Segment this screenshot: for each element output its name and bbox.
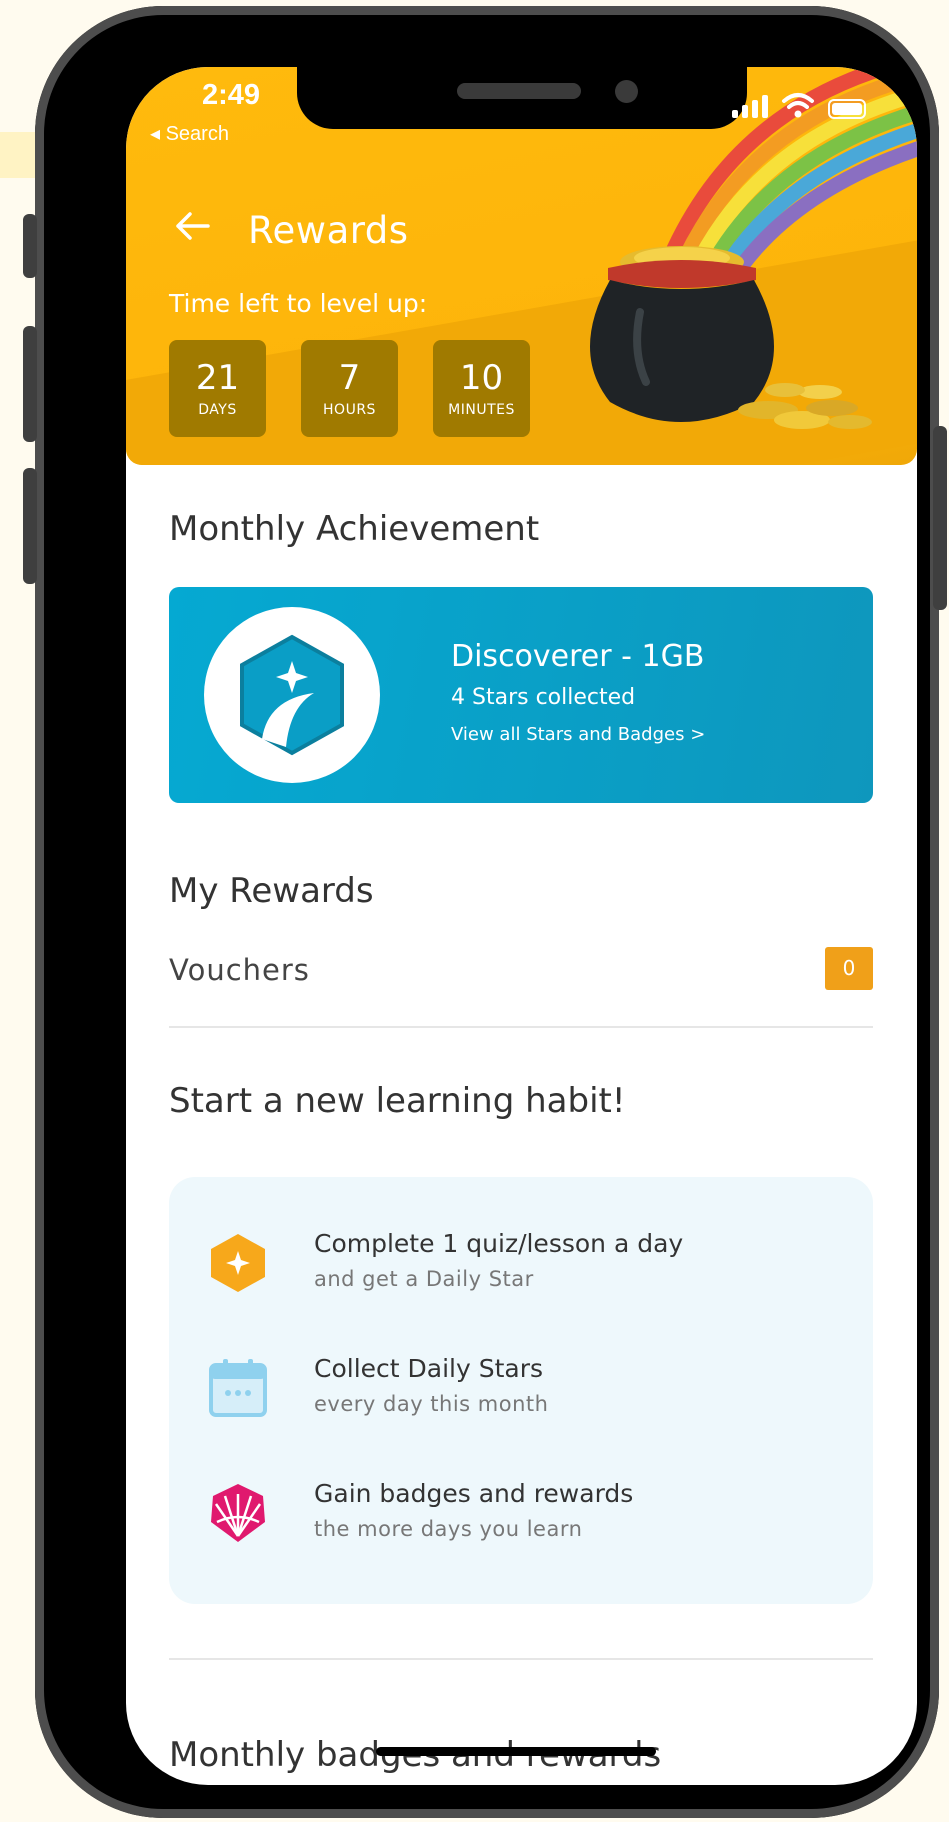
phone-screen: 2:49 ◂ Search Rewards Time left to level… [126,67,917,1785]
level-up-label: Time left to level up: [169,289,428,318]
timer-minutes-value: 10 [459,358,504,398]
my-rewards-heading: My Rewards [169,871,374,911]
timer-hours: 7 HOURS [301,340,398,437]
vouchers-count-badge[interactable]: 0 [825,947,873,990]
achievement-name: Discoverer - 1GB [451,639,705,674]
achievement-stars: 4 Stars collected [451,685,636,710]
status-time: 2:49 [202,79,261,111]
timer-minutes-unit: MINUTES [448,402,515,418]
timer-minutes: 10 MINUTES [433,340,530,437]
back-to-search-link[interactable]: ◂ Search [150,121,229,146]
timer-days-value: 21 [195,358,240,398]
learning-habit-heading: Start a new learning habit! [169,1081,626,1121]
wifi-icon [782,93,814,118]
monthly-achievement-heading: Monthly Achievement [169,509,540,549]
badge-shell-icon [211,1484,265,1542]
habit-item-subtitle: the more days you learn [314,1517,583,1541]
learning-habit-card: Complete 1 quiz/lesson a day and get a D… [169,1177,873,1604]
star-hexagon-icon [211,1234,265,1292]
habit-item-subtitle: every day this month [314,1392,549,1416]
view-stars-badges-link[interactable]: View all Stars and Badges > [451,724,705,745]
volume-up-button [23,326,37,442]
pot-of-gold-image [590,246,872,429]
habit-item-title: Collect Daily Stars [314,1354,544,1383]
vouchers-label[interactable]: Vouchers [169,953,310,987]
home-indicator[interactable] [376,1747,656,1756]
cellular-signal-icon [732,95,768,118]
battery-icon [828,99,866,119]
divider [169,1658,873,1660]
discoverer-badge-icon [240,634,344,756]
speaker [457,83,581,99]
phone-frame: 2:49 ◂ Search Rewards Time left to level… [23,6,947,1818]
habit-item-title: Gain badges and rewards [314,1479,634,1508]
timer-days-unit: DAYS [198,402,237,418]
front-camera [615,80,638,103]
achievement-card[interactable]: Discoverer - 1GB 4 Stars collected View … [169,587,873,803]
power-button [933,426,947,610]
habit-item-subtitle: and get a Daily Star [314,1267,534,1291]
timer-days: 21 DAYS [169,340,266,437]
mute-switch [23,214,37,278]
divider [169,1026,873,1028]
habit-item-title: Complete 1 quiz/lesson a day [314,1229,684,1258]
calendar-icon [209,1359,267,1417]
timer-hours-unit: HOURS [323,402,376,418]
volume-down-button [23,468,37,584]
achievement-badge [204,607,380,783]
notch [297,67,747,129]
timer-hours-value: 7 [338,358,361,398]
page-title: Rewards [248,209,409,252]
back-arrow-icon[interactable] [174,211,210,241]
